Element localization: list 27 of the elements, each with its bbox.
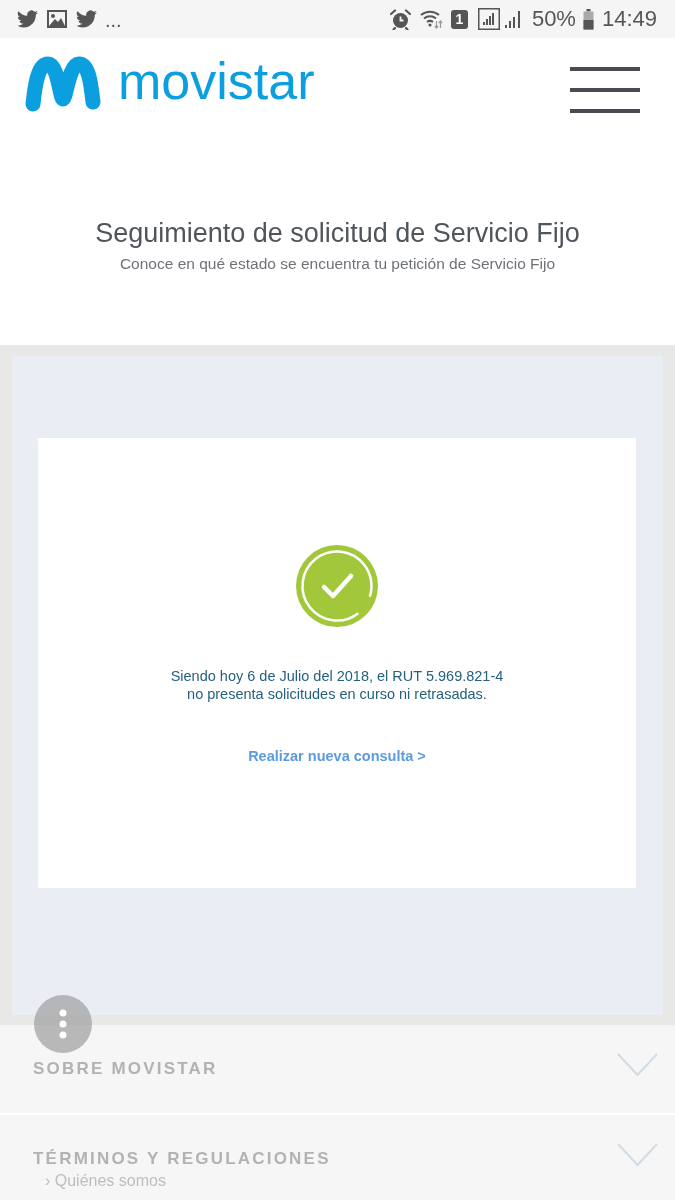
logo-wordmark: movistar [118, 52, 315, 109]
check-circle-icon [296, 545, 378, 627]
menu-button[interactable] [570, 67, 640, 113]
status-message: Siendo hoy 6 de Julio del 2018, el RUT 5.969.821-4 no presenta solicitudes en curso ni retrasadas. [170, 667, 504, 703]
chevron-down-icon[interactable] [617, 1143, 658, 1167]
battery-percentage: 50% [531, 7, 576, 31]
sim-indicator: 1 [450, 9, 468, 29]
picture-icon [47, 10, 67, 28]
notification-overflow: ... [105, 9, 122, 31]
clock-time: 14:49 [601, 7, 657, 31]
page-title: Seguimiento de solicitud de Servicio Fijo [94, 217, 581, 249]
new-query-link[interactable]: Realizar nueva consulta > [248, 746, 426, 766]
bird-icon [76, 10, 97, 28]
page-subtitle: Conoce en qué estado se encuentra tu petición de Servicio Fijo [118, 254, 557, 274]
wifi-icon [419, 9, 443, 29]
bird-icon [17, 10, 38, 28]
menu-icon [570, 67, 640, 113]
footer-link[interactable]: › Quiénes somos [45, 1171, 166, 1191]
section-heading: SOBRE MOVISTAR [33, 1058, 218, 1080]
chevron-down-icon[interactable] [617, 1053, 658, 1077]
signal-bars-icon [477, 8, 500, 30]
vertical-dots-icon [59, 1009, 67, 1039]
logo-icon [24, 55, 102, 112]
battery-icon [582, 8, 594, 30]
alarm-clock-icon [389, 8, 411, 30]
signal-bars-icon [503, 9, 522, 29]
section-heading: TÉRMINOS Y REGULACIONES [33, 1148, 331, 1170]
